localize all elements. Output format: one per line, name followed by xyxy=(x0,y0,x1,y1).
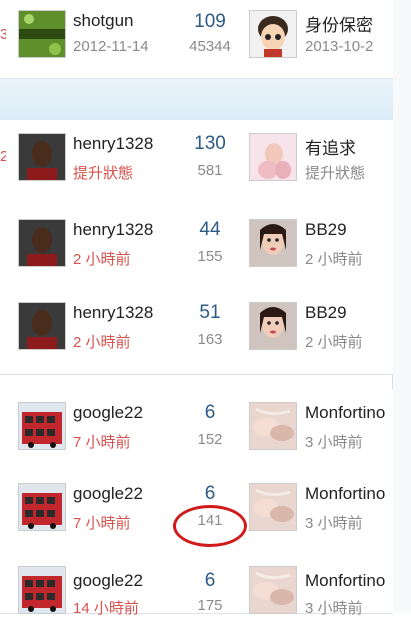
reply-count: 6 xyxy=(204,402,216,423)
highlight-circle xyxy=(173,505,247,547)
reply-count: 130 xyxy=(194,133,226,154)
reply-count: 51 xyxy=(199,302,221,323)
author-subtext: 2 小時前 xyxy=(73,251,131,268)
last-poster-avatar[interactable] xyxy=(249,483,297,531)
last-post-time: 2 小時前 xyxy=(305,334,363,351)
author-subtext: 14 小時前 xyxy=(73,600,139,617)
author-name-link[interactable]: google22 xyxy=(73,403,143,423)
last-poster-name-link[interactable]: Monfortino xyxy=(305,403,385,423)
author-avatar[interactable] xyxy=(18,10,66,58)
author-name-link[interactable]: henry1328 xyxy=(73,220,153,240)
last-post-time: 2 小時前 xyxy=(305,251,363,268)
last-poster-avatar[interactable] xyxy=(249,402,297,450)
last-poster-avatar[interactable] xyxy=(249,133,297,181)
author-name-link[interactable]: shotgun xyxy=(73,11,134,31)
author-subtext: 2 小時前 xyxy=(73,334,131,351)
author-name-link[interactable]: google22 xyxy=(73,571,143,591)
last-poster-name-link[interactable]: BB29 xyxy=(305,303,347,323)
reply-count: 6 xyxy=(204,570,216,591)
author-avatar[interactable] xyxy=(18,133,66,181)
author-subtext: 7 小時前 xyxy=(73,515,131,532)
author-name-link[interactable]: henry1328 xyxy=(73,134,153,154)
thread-row[interactable]: henry1328 2 小時前 44 155 BB29 2 小時前 xyxy=(0,206,393,290)
last-poster-name-link[interactable]: Monfortino xyxy=(305,484,385,504)
author-name-link[interactable]: google22 xyxy=(73,484,143,504)
last-poster-avatar[interactable] xyxy=(249,10,297,58)
last-post-time: 3 小時前 xyxy=(305,515,363,532)
last-poster-name-link[interactable]: Monfortino xyxy=(305,571,385,591)
author-avatar[interactable] xyxy=(18,302,66,350)
last-post-time: 提升狀態 xyxy=(305,165,366,182)
view-count: 45344 xyxy=(189,38,231,55)
thread-row[interactable]: 2 henry1328 提升狀態 130 581 有追求 提升狀態 xyxy=(0,120,393,207)
reply-count: 44 xyxy=(199,219,221,240)
truncated-title-char: 2 xyxy=(0,148,6,165)
last-poster-name-link[interactable]: 有追求 xyxy=(305,134,356,159)
view-count: 155 xyxy=(197,248,223,265)
thread-row[interactable]: henry1328 2 小時前 51 163 BB29 2 小時前 xyxy=(0,289,393,375)
last-poster-name-link[interactable]: 身份保密 xyxy=(305,11,373,36)
last-post-time: 3 小時前 xyxy=(305,434,363,451)
author-avatar[interactable] xyxy=(18,402,66,450)
last-poster-avatar[interactable] xyxy=(249,566,297,614)
section-divider-band xyxy=(0,78,393,122)
last-poster-name-link[interactable]: BB29 xyxy=(305,220,347,240)
author-avatar[interactable] xyxy=(18,483,66,531)
last-poster-avatar[interactable] xyxy=(249,302,297,350)
last-poster-avatar[interactable] xyxy=(249,219,297,267)
view-count: 163 xyxy=(197,331,223,348)
author-name-link[interactable]: henry1328 xyxy=(73,303,153,323)
author-subtext: 2012-11-14 xyxy=(73,38,149,55)
view-count: 175 xyxy=(197,597,223,614)
thread-row[interactable]: google22 7 小時前 6 152 Monfortino 3 小時前 xyxy=(0,389,393,471)
last-post-time: 2013-10-2 xyxy=(305,38,374,55)
last-post-time: 3 小時前 xyxy=(305,600,363,617)
thread-row[interactable]: google22 14 小時前 6 175 Monfortino 3 小時前 xyxy=(0,553,393,617)
reply-count: 6 xyxy=(204,483,216,504)
view-count: 581 xyxy=(197,162,223,179)
view-count: 152 xyxy=(197,431,223,448)
author-subtext: 7 小時前 xyxy=(73,434,131,451)
list-right-border xyxy=(392,0,411,613)
reply-count: 109 xyxy=(194,11,226,32)
author-subtext: 提升狀態 xyxy=(73,165,134,182)
thread-row[interactable]: 3 shotgun 2012-11-14 109 45344 身份保密 2013… xyxy=(0,0,393,79)
author-avatar[interactable] xyxy=(18,219,66,267)
truncated-title-char: 3 xyxy=(0,26,6,43)
author-avatar[interactable] xyxy=(18,566,66,614)
